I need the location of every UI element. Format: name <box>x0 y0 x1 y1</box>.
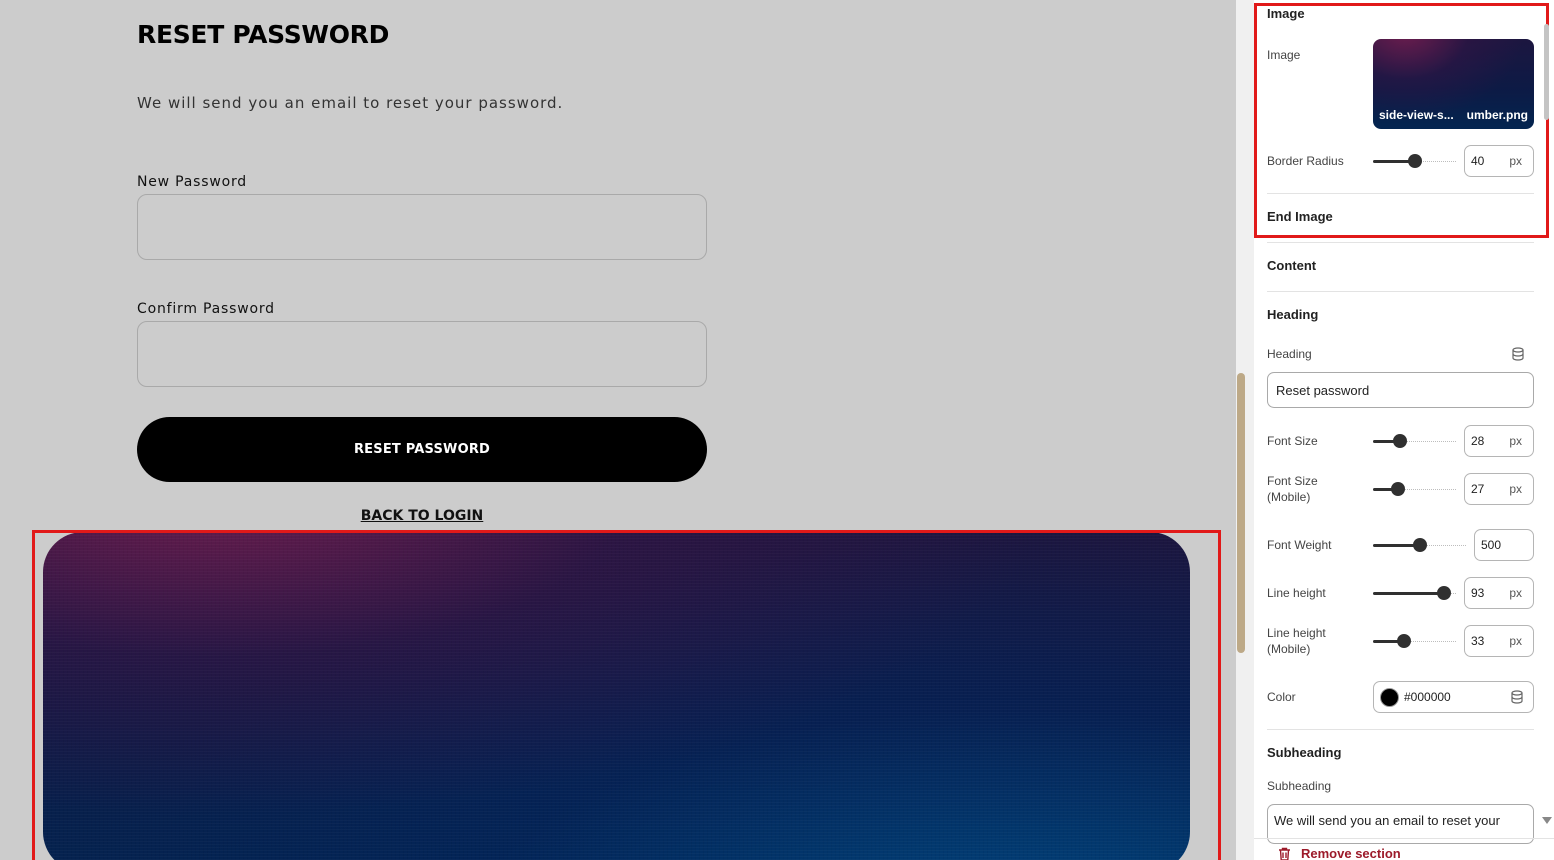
slider-handle[interactable] <box>1437 586 1451 600</box>
hero-image-texture <box>43 532 1190 860</box>
line-height-mobile-slider[interactable] <box>1373 634 1456 648</box>
border-radius-value: 40 <box>1471 154 1485 168</box>
line-height-mobile-input[interactable]: 33 px <box>1464 625 1534 657</box>
line-height-mobile-label-line2: (Mobile) <box>1267 642 1311 656</box>
font-size-mobile-slider[interactable] <box>1373 482 1456 496</box>
end-image-title: End Image <box>1267 209 1333 224</box>
page-subtitle: We will send you an email to reset your … <box>137 94 564 112</box>
image-section-title: Image <box>1267 6 1305 21</box>
line-height-mobile-unit: px <box>1509 634 1522 648</box>
font-size-mobile-value: 27 <box>1471 482 1485 496</box>
slider-handle[interactable] <box>1397 634 1411 648</box>
font-size-mobile-input[interactable]: 27 px <box>1464 473 1534 505</box>
reset-password-button[interactable]: RESET PASSWORD <box>137 417 707 482</box>
image-label: Image <box>1267 48 1301 62</box>
font-weight-value: 500 <box>1481 538 1502 552</box>
divider <box>1267 729 1534 730</box>
image-file-name: side-view-s... umber.png <box>1379 108 1528 122</box>
hero-image[interactable] <box>43 532 1190 860</box>
trash-icon <box>1279 847 1290 860</box>
image-picker-thumbnail[interactable]: side-view-s... umber.png <box>1373 39 1534 129</box>
font-size-value: 28 <box>1471 434 1485 448</box>
slider-track <box>1398 489 1456 490</box>
font-size-unit: px <box>1509 434 1522 448</box>
color-swatch[interactable] <box>1380 688 1399 707</box>
border-radius-unit: px <box>1509 154 1522 168</box>
line-height-value: 93 <box>1471 586 1485 600</box>
font-size-mobile-label-line2: (Mobile) <box>1267 490 1311 504</box>
slider-track <box>1400 441 1456 442</box>
panel-scrollbar-thumb[interactable] <box>1544 24 1549 120</box>
line-height-mobile-label-line1: Line height <box>1267 626 1326 640</box>
font-weight-slider[interactable] <box>1373 538 1466 552</box>
settings-panel: Image Image side-view-s... umber.png Bor… <box>1254 0 1554 860</box>
divider <box>1267 242 1534 243</box>
line-height-label: Line height <box>1267 586 1326 600</box>
color-picker[interactable]: #000000 <box>1373 681 1534 713</box>
preview-canvas: RESET PASSWORD We will send you an email… <box>0 0 1236 860</box>
divider <box>1254 838 1554 839</box>
back-to-login-link[interactable]: BACK TO LOGIN <box>0 508 844 524</box>
confirm-password-label: Confirm Password <box>137 301 275 317</box>
font-weight-input[interactable]: 500 <box>1474 529 1534 561</box>
line-height-input[interactable]: 93 px <box>1464 577 1534 609</box>
subheading-section-title: Subheading <box>1267 745 1342 760</box>
image-file-name-end: umber.png <box>1466 108 1528 122</box>
heading-section-title: Heading <box>1267 307 1319 322</box>
slider-handle[interactable] <box>1391 482 1405 496</box>
line-height-mobile-label: Line height (Mobile) <box>1267 625 1326 657</box>
slider-track <box>1404 641 1456 642</box>
font-size-mobile-unit: px <box>1509 482 1522 496</box>
dynamic-source-icon[interactable] <box>1511 347 1525 361</box>
divider <box>1267 193 1534 194</box>
divider <box>1267 291 1534 292</box>
color-label: Color <box>1267 690 1296 704</box>
dynamic-source-icon[interactable] <box>1510 690 1524 704</box>
new-password-label: New Password <box>137 174 247 190</box>
page-title: RESET PASSWORD <box>137 20 390 49</box>
content-section-title[interactable]: Content <box>1267 258 1316 273</box>
border-radius-label: Border Radius <box>1267 154 1344 168</box>
preview-scrollbar-thumb[interactable] <box>1237 373 1245 653</box>
image-file-name-start: side-view-s... <box>1379 108 1454 122</box>
slider-handle[interactable] <box>1408 154 1422 168</box>
line-height-slider[interactable] <box>1373 586 1456 600</box>
slider-handle[interactable] <box>1413 538 1427 552</box>
confirm-password-input[interactable] <box>137 321 707 387</box>
subheading-label: Subheading <box>1267 779 1332 793</box>
border-radius-input[interactable]: 40 px <box>1464 145 1534 177</box>
remove-section-button[interactable]: Remove section <box>1278 846 1401 860</box>
border-radius-slider[interactable] <box>1373 154 1456 168</box>
color-value: #000000 <box>1404 690 1451 704</box>
font-size-mobile-label-line1: Font Size <box>1267 474 1318 488</box>
slider-fill <box>1373 592 1444 595</box>
new-password-input[interactable] <box>137 194 707 260</box>
font-size-label: Font Size <box>1267 434 1318 448</box>
remove-section-label: Remove section <box>1301 846 1401 860</box>
font-weight-label: Font Weight <box>1267 538 1332 552</box>
font-size-mobile-label: Font Size (Mobile) <box>1267 473 1318 505</box>
scroll-down-arrow-icon[interactable] <box>1542 817 1552 824</box>
heading-label: Heading <box>1267 347 1312 361</box>
line-height-mobile-value: 33 <box>1471 634 1485 648</box>
slider-handle[interactable] <box>1393 434 1407 448</box>
heading-text-input[interactable]: Reset password <box>1267 372 1534 408</box>
font-size-input[interactable]: 28 px <box>1464 425 1534 457</box>
font-size-slider[interactable] <box>1373 434 1456 448</box>
line-height-unit: px <box>1509 586 1522 600</box>
